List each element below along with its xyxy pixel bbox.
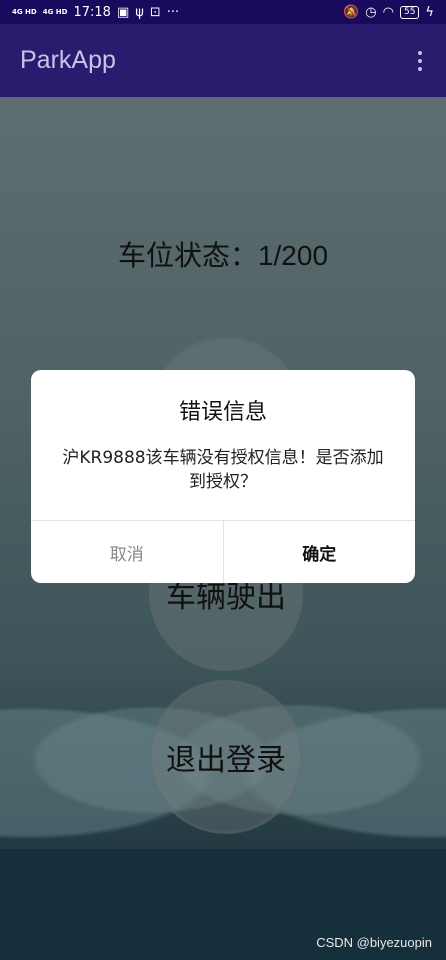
parking-status: 车位状态：1/200 (117, 240, 329, 271)
confirm-button[interactable]: 确定 (224, 521, 416, 583)
charging-icon: ϟ (425, 4, 434, 20)
status-left: 4G HD 4G HD 17:18 ▣ ψ ⊡ ··· (12, 5, 179, 20)
error-dialog: 错误信息 沪KR9888该车辆没有授权信息！是否添加到授权？ 取消 确定 (31, 370, 415, 583)
alarm-icon: ◷ (365, 4, 377, 20)
dialog-title: 错误信息 (178, 400, 267, 425)
status-right: 🔕 ◷ ◠ 55 ϟ (343, 5, 434, 20)
battery-icon: 55 (399, 5, 420, 19)
app-title: ParkApp (20, 46, 116, 74)
dot (418, 50, 422, 55)
signal-icon: 4G HD (12, 7, 37, 16)
cancel-button[interactable]: 取消 (31, 521, 224, 583)
dialog-actions: 取消 确定 (31, 520, 415, 583)
status-time: 17:18 (73, 4, 111, 20)
mute-icon: 🔕 (343, 4, 360, 20)
dot (418, 58, 422, 63)
signal-icon: 4G HD (42, 7, 68, 16)
usb-icon: ψ (135, 4, 144, 20)
status-bar: 4G HD 4G HD 17:18 ▣ ψ ⊡ ··· 🔕 ◷ ◠ 55 ϟ (0, 0, 446, 24)
dot (418, 66, 422, 71)
more-notifications-icon: ··· (166, 4, 180, 20)
notification-icon: ▣ (116, 4, 130, 20)
notification-icon: ⊡ (149, 4, 161, 20)
wifi-icon: ◠ (382, 4, 394, 20)
dialog-message: 沪KR9888该车辆没有授权信息！是否添加到授权？ (62, 448, 384, 492)
app-bar: ParkApp (0, 24, 446, 97)
logout-button[interactable]: 退出登录 (149, 680, 303, 834)
watermark: CSDN @biyezuopin (316, 935, 432, 950)
overflow-menu-icon[interactable] (414, 47, 426, 75)
